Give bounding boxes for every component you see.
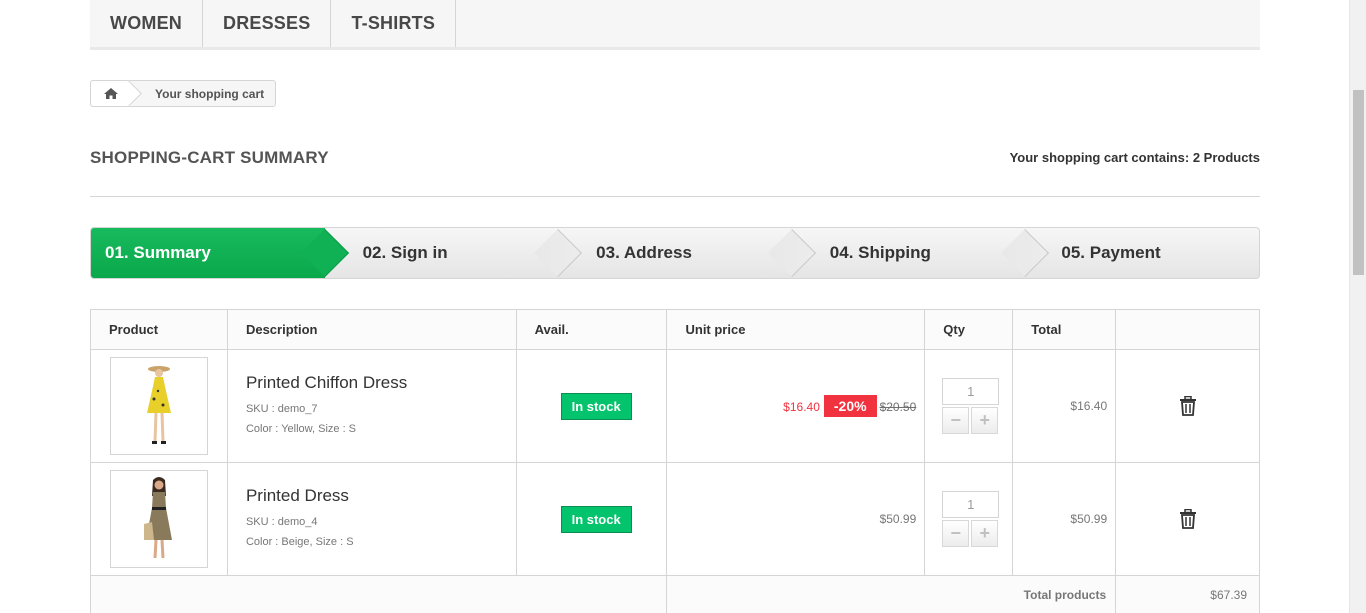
checkout-steps: 01. Summary 02. Sign in 03. Address 04. …: [90, 227, 1260, 279]
page-title: Shopping-cart summary: [90, 148, 329, 167]
scrollbar-thumb[interactable]: [1353, 90, 1364, 275]
product-sku: SKU : demo_7: [245, 403, 318, 415]
product-meta: SKU : demo_4 Color : Beige, Size : S: [246, 512, 516, 552]
qty-decrease-button[interactable]: −: [942, 407, 970, 434]
qty-cell: 1 − +: [924, 349, 1014, 463]
step-label: 02. Sign in: [362, 243, 448, 262]
col-actions: [1115, 309, 1260, 350]
product-image[interactable]: [110, 470, 208, 568]
page-scrollbar[interactable]: [1349, 0, 1366, 613]
trash-icon[interactable]: [1179, 396, 1197, 416]
breadcrumb: Your shopping cart: [90, 80, 277, 107]
step-sign-in[interactable]: 02. Sign in: [325, 228, 583, 278]
step-summary[interactable]: 01. Summary: [91, 228, 349, 278]
step-payment[interactable]: 05. Payment: [1025, 228, 1259, 278]
col-total: Total: [1012, 309, 1117, 350]
product-attributes[interactable]: Color : Beige, Size : S: [246, 532, 516, 552]
col-unit-price: Unit price: [666, 309, 926, 350]
top-menu: Women Dresses T-shirts: [90, 0, 1260, 50]
col-avail: Avail.: [515, 309, 668, 350]
unit-price-cell: $16.40 -20% $20.50: [666, 349, 926, 463]
minus-icon: −: [950, 410, 962, 430]
product-image[interactable]: [110, 357, 208, 455]
qty-increase-button[interactable]: +: [971, 520, 999, 547]
footer-empty-cell: [89, 575, 668, 613]
table-row: Printed Dress SKU : demo_4 Color : Beige…: [90, 462, 1260, 576]
heading-divider: [90, 196, 1260, 197]
unit-price-cell: $50.99: [666, 462, 926, 576]
cart-count: Your shopping cart contains: 2 Products: [1010, 150, 1260, 165]
menu-item-tshirts[interactable]: T-shirts: [331, 0, 457, 47]
in-stock-badge: In stock: [560, 505, 632, 533]
dress-model-image: [147, 366, 171, 444]
product-name-link[interactable]: Printed Dress: [246, 486, 516, 506]
row-total: $16.40: [1012, 349, 1117, 463]
step-label: 01. Summary: [105, 243, 211, 262]
total-products-value: $67.39: [1115, 575, 1260, 613]
qty-input[interactable]: 1: [942, 378, 1000, 405]
availability-cell: In stock: [515, 462, 668, 576]
product-sku: SKU : demo_4: [245, 516, 318, 528]
price: $50.99: [879, 512, 917, 526]
actions-cell: [1115, 349, 1260, 463]
table-row: Printed Chiffon Dress SKU : demo_7 Color…: [90, 349, 1260, 463]
product-cell: [90, 462, 228, 576]
product-name-link[interactable]: Printed Chiffon Dress: [246, 373, 516, 393]
step-label: 05. Payment: [1061, 243, 1161, 262]
minus-icon: −: [950, 523, 962, 543]
row-total: $50.99: [1012, 462, 1117, 576]
product-attributes[interactable]: Color : Yellow, Size : S: [246, 419, 516, 439]
plus-icon: +: [979, 410, 991, 430]
breadcrumb-home-link[interactable]: [91, 81, 131, 106]
product-meta: SKU : demo_7 Color : Yellow, Size : S: [246, 399, 516, 439]
cart-count-prefix: Your shopping cart contains:: [1009, 150, 1190, 165]
qty-increase-button[interactable]: +: [971, 407, 999, 434]
total-products-label: Total products: [666, 575, 1117, 613]
description-cell: Printed Dress SKU : demo_4 Color : Beige…: [226, 462, 517, 576]
actions-cell: [1115, 462, 1260, 576]
step-address[interactable]: 03. Address: [558, 228, 816, 278]
qty-cell: 1 − +: [924, 462, 1014, 576]
qty-input[interactable]: 1: [942, 491, 1000, 518]
step-shipping[interactable]: 04. Shipping: [792, 228, 1050, 278]
breadcrumb-current: Your shopping cart: [155, 86, 265, 101]
price-new: $16.40: [783, 400, 820, 414]
cart-table: Product Description Avail. Unit price Qt…: [89, 309, 1260, 613]
product-cell: [90, 349, 228, 463]
in-stock-badge: In stock: [560, 392, 632, 420]
menu-item-women[interactable]: Women: [90, 0, 203, 47]
step-label: 03. Address: [596, 243, 692, 262]
dress-model-image: [144, 477, 172, 559]
total-products-row: Total products $67.39: [89, 575, 1260, 613]
step-label: 04. Shipping: [829, 243, 931, 262]
price-old: $20.50: [879, 400, 917, 414]
availability-cell: In stock: [515, 349, 668, 463]
cart-count-value: 2 Products: [1192, 150, 1260, 165]
col-qty: Qty: [924, 309, 1014, 350]
col-product: Product: [90, 309, 228, 350]
discount-badge: -20%: [823, 395, 877, 417]
col-description: Description: [226, 309, 517, 350]
table-header-row: Product Description Avail. Unit price Qt…: [90, 309, 1260, 350]
plus-icon: +: [979, 523, 991, 543]
qty-decrease-button[interactable]: −: [942, 520, 970, 547]
description-cell: Printed Chiffon Dress SKU : demo_7 Color…: [226, 349, 517, 463]
home-icon: [104, 88, 118, 99]
trash-icon[interactable]: [1179, 509, 1197, 529]
menu-item-dresses[interactable]: Dresses: [203, 0, 332, 47]
